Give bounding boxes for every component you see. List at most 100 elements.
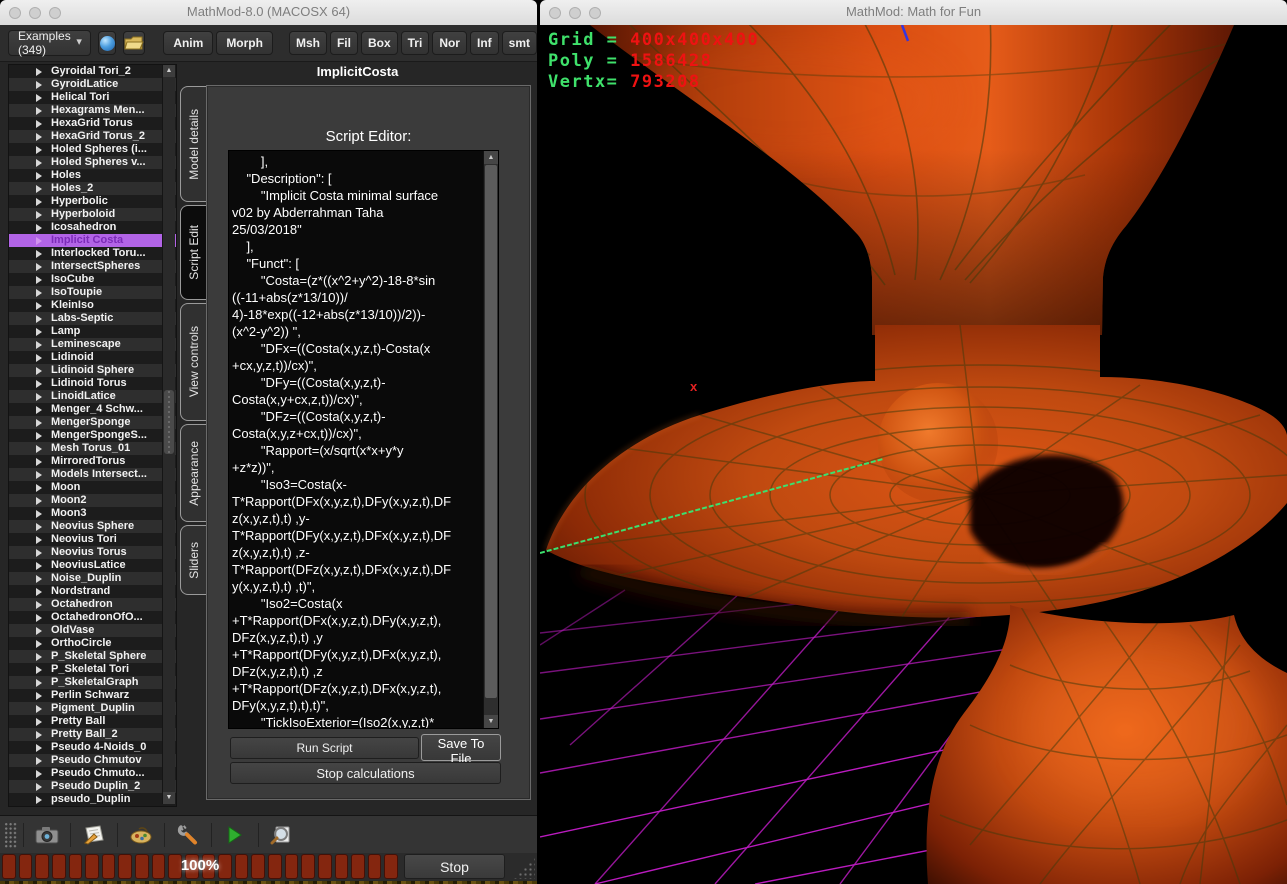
- scroll-down-icon[interactable]: ▼: [163, 792, 175, 804]
- list-item[interactable]: Lamp: [9, 325, 176, 338]
- toolbar-drag-handle[interactable]: [4, 822, 17, 848]
- list-item[interactable]: IsoCube: [9, 273, 176, 286]
- list-item[interactable]: Hyperboloid: [9, 208, 176, 221]
- list-item[interactable]: Pretty Ball_2: [9, 728, 176, 741]
- list-item[interactable]: Moon: [9, 481, 176, 494]
- list-item[interactable]: Moon2: [9, 494, 176, 507]
- list-item[interactable]: Holes_2: [9, 182, 176, 195]
- editor-scrollbar[interactable]: ▲ ▼: [483, 151, 498, 728]
- list-item[interactable]: Lidinoid Torus: [9, 377, 176, 390]
- list-item[interactable]: Pseudo Duplin_2: [9, 780, 176, 793]
- list-item[interactable]: OldVase: [9, 624, 176, 637]
- list-item[interactable]: Pseudo Chmutov: [9, 754, 176, 767]
- list-item[interactable]: Lidinoid Sphere: [9, 364, 176, 377]
- list-item[interactable]: Labs-Septic: [9, 312, 176, 325]
- list-item[interactable]: Leminescape: [9, 338, 176, 351]
- settings-button[interactable]: [171, 820, 205, 850]
- list-item[interactable]: Gyroidal Tori_2: [9, 65, 176, 78]
- resize-grip[interactable]: [513, 857, 535, 879]
- scroll-up-icon[interactable]: ▲: [163, 65, 175, 77]
- list-item[interactable]: Mesh Torus_01: [9, 442, 176, 455]
- appearance-button[interactable]: [124, 820, 158, 850]
- blue-sphere-button[interactable]: [98, 31, 116, 55]
- toolbar-button-nor[interactable]: Nor: [432, 31, 467, 55]
- list-item[interactable]: Noise_Duplin: [9, 572, 176, 585]
- list-item[interactable]: IsoToupie: [9, 286, 176, 299]
- list-item[interactable]: Neovius Sphere: [9, 520, 176, 533]
- render-viewport[interactable]: x Grid = 400x400x400Poly = 1586428Vertx=…: [540, 25, 1287, 884]
- list-item[interactable]: Menger_4 Schw...: [9, 403, 176, 416]
- list-item[interactable]: Lidinoid: [9, 351, 176, 364]
- toolbar-button-smt[interactable]: smt: [502, 31, 537, 55]
- list-item[interactable]: Icosahedron: [9, 221, 176, 234]
- list-item[interactable]: Pseudo Chmuto...: [9, 767, 176, 780]
- toolbar-button-anim[interactable]: Anim: [163, 31, 213, 55]
- list-item[interactable]: MengerSponge: [9, 416, 176, 429]
- list-item[interactable]: Neovius Torus: [9, 546, 176, 559]
- list-item[interactable]: pseudo_Duplin: [9, 793, 176, 806]
- list-item[interactable]: P_Skeletal Sphere: [9, 650, 176, 663]
- toolbar-button-tri[interactable]: Tri: [401, 31, 430, 55]
- list-item[interactable]: Holes: [9, 169, 176, 182]
- list-item[interactable]: OrthoCircle: [9, 637, 176, 650]
- render-titlebar[interactable]: MathMod: Math for Fun: [540, 0, 1287, 26]
- list-item[interactable]: Holed Spheres v...: [9, 156, 176, 169]
- tab-appearance[interactable]: Appearance: [180, 424, 207, 522]
- stop-button[interactable]: Stop: [404, 854, 505, 879]
- save-to-file-button[interactable]: Save To File: [421, 734, 501, 761]
- run-script-button[interactable]: Run Script: [230, 737, 419, 759]
- list-item[interactable]: Implicit Costa: [9, 234, 176, 247]
- stop-calculations-button[interactable]: Stop calculations: [230, 762, 501, 784]
- list-item[interactable]: HexaGrid Torus: [9, 117, 176, 130]
- scroll-down-icon[interactable]: ▼: [484, 715, 498, 728]
- tab-sliders[interactable]: Sliders: [180, 525, 207, 595]
- list-item[interactable]: OctahedronOfO...: [9, 611, 176, 624]
- screenshot-button[interactable]: [30, 820, 64, 850]
- list-item[interactable]: Hyperbolic: [9, 195, 176, 208]
- script-code[interactable]: ], "Description": [ "Implicit Costa mini…: [232, 153, 482, 729]
- toolbar-button-box[interactable]: Box: [361, 31, 398, 55]
- toolbar-button-msh[interactable]: Msh: [289, 31, 327, 55]
- list-item[interactable]: KleinIso: [9, 299, 176, 312]
- list-item[interactable]: Interlocked Toru...: [9, 247, 176, 260]
- list-item[interactable]: NeoviusLatice: [9, 559, 176, 572]
- list-item[interactable]: P_SkeletalGraph: [9, 676, 176, 689]
- list-item[interactable]: Perlin Schwarz: [9, 689, 176, 702]
- list-item[interactable]: GyroidLatice: [9, 78, 176, 91]
- scrollbar-thumb[interactable]: [164, 390, 174, 454]
- list-item[interactable]: Neovius Tori: [9, 533, 176, 546]
- list-item[interactable]: MirroredTorus: [9, 455, 176, 468]
- list-item[interactable]: Pigment_Duplin: [9, 702, 176, 715]
- scrollbar-thumb[interactable]: [485, 165, 497, 698]
- tab-script-edit[interactable]: Script Edit: [180, 205, 207, 300]
- list-item[interactable]: Helical Tori: [9, 91, 176, 104]
- toolbar-button-fil[interactable]: Fil: [330, 31, 358, 55]
- edit-notes-button[interactable]: [77, 820, 111, 850]
- list-item[interactable]: Pretty Ball: [9, 715, 176, 728]
- list-item[interactable]: Pseudo 4-Noids_0: [9, 741, 176, 754]
- list-item[interactable]: Holed Spheres (i...: [9, 143, 176, 156]
- list-item[interactable]: LinoidLatice: [9, 390, 176, 403]
- model-list-scrollbar[interactable]: ▲ ▼: [162, 65, 175, 804]
- script-editor[interactable]: ], "Description": [ "Implicit Costa mini…: [228, 150, 499, 729]
- tab-view-controls[interactable]: View controls: [180, 303, 207, 421]
- list-item[interactable]: IntersectSpheres: [9, 260, 176, 273]
- inspect-button[interactable]: [265, 820, 299, 850]
- list-item[interactable]: Nordstrand: [9, 585, 176, 598]
- list-item[interactable]: Octahedron: [9, 598, 176, 611]
- list-item[interactable]: Hexagrams Men...: [9, 104, 176, 117]
- list-item[interactable]: MengerSpongeS...: [9, 429, 176, 442]
- examples-dropdown[interactable]: Examples (349) ▾: [8, 30, 91, 56]
- open-file-button[interactable]: [123, 31, 145, 55]
- list-item[interactable]: Models Intersect...: [9, 468, 176, 481]
- toolbar-button-morph[interactable]: Morph: [216, 31, 273, 55]
- list-item[interactable]: P_Skeletal Tori: [9, 663, 176, 676]
- list-item-label: Holes_2: [51, 182, 93, 195]
- main-titlebar[interactable]: MathMod-8.0 (MACOSX 64): [0, 0, 537, 26]
- tab-model-details[interactable]: Model details: [180, 86, 207, 202]
- run-button[interactable]: [218, 820, 252, 850]
- list-item[interactable]: HexaGrid Torus_2: [9, 130, 176, 143]
- toolbar-button-inf[interactable]: Inf: [470, 31, 499, 55]
- list-item[interactable]: Moon3: [9, 507, 176, 520]
- scroll-up-icon[interactable]: ▲: [484, 151, 498, 164]
